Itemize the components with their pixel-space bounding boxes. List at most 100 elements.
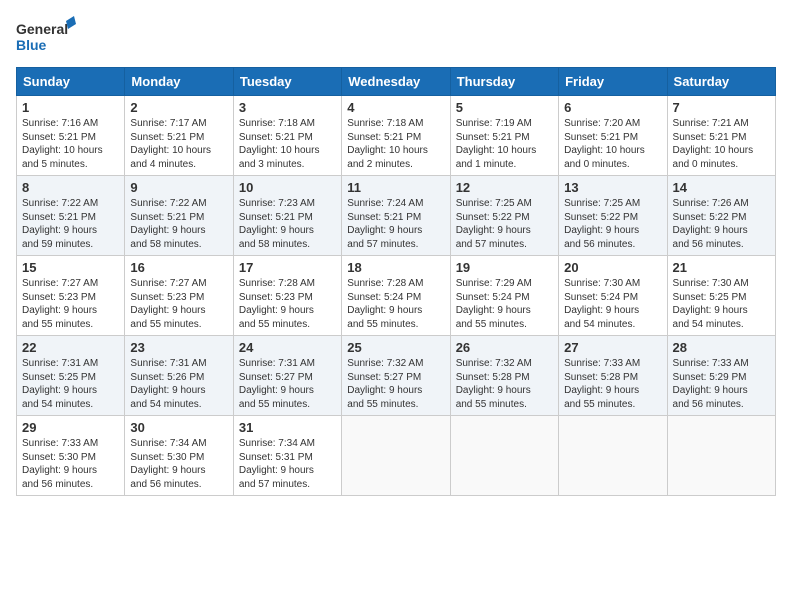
calendar-day-cell: 5Sunrise: 7:19 AM Sunset: 5:21 PM Daylig… bbox=[450, 96, 558, 176]
day-info: Sunrise: 7:22 AM Sunset: 5:21 PM Dayligh… bbox=[130, 197, 227, 251]
calendar-day-cell: 24 Sunrise: 7:31 AM Sunset: 5:27 PM Dayli… bbox=[233, 336, 341, 416]
day-info: Sunrise: 7:27 AM Sunset: 5:23 PM Dayligh… bbox=[22, 277, 119, 331]
day-number: 2 bbox=[130, 100, 227, 115]
weekday-header: Saturday bbox=[667, 68, 775, 96]
calendar-day-cell: 30Sunrise: 7:34 AM Sunset: 5:30 PM Dayli… bbox=[125, 416, 233, 496]
day-number: 11 bbox=[347, 180, 444, 195]
day-info: Sunrise: 7:22 AM Sunset: 5:21 PM Dayligh… bbox=[22, 197, 119, 251]
calendar-week-row: 22 Sunrise: 7:31 AM Sunset: 5:25 PM Dayli… bbox=[17, 336, 776, 416]
day-info: Sunrise: 7:32 AM Sunset: 5:27 PM Dayligh… bbox=[347, 357, 444, 411]
day-info: Sunrise: 7:25 AM Sunset: 5:22 PM Dayligh… bbox=[456, 197, 553, 251]
day-info: Sunrise: 7:31 AM Sunset: 5:26 PM Dayligh… bbox=[130, 357, 227, 411]
weekday-header: Thursday bbox=[450, 68, 558, 96]
day-number: 24 bbox=[239, 340, 336, 355]
day-number: 10 bbox=[239, 180, 336, 195]
calendar-day-cell: 13 Sunrise: 7:25 AM Sunset: 5:22 PM Dayli… bbox=[559, 176, 667, 256]
day-number: 19 bbox=[456, 260, 553, 275]
calendar-day-cell: 26Sunrise: 7:32 AM Sunset: 5:28 PM Dayli… bbox=[450, 336, 558, 416]
calendar-day-cell: 28 Sunrise: 7:33 AM Sunset: 5:29 PM Dayli… bbox=[667, 336, 775, 416]
day-number: 22 bbox=[22, 340, 119, 355]
calendar-day-cell: 12 Sunrise: 7:25 AM Sunset: 5:22 PM Dayli… bbox=[450, 176, 558, 256]
weekday-header: Sunday bbox=[17, 68, 125, 96]
calendar-day-cell: 6Sunrise: 7:20 AM Sunset: 5:21 PM Daylig… bbox=[559, 96, 667, 176]
day-number: 25 bbox=[347, 340, 444, 355]
day-number: 8 bbox=[22, 180, 119, 195]
day-info: Sunrise: 7:28 AM Sunset: 5:23 PM Dayligh… bbox=[239, 277, 336, 331]
calendar-header-row: SundayMondayTuesdayWednesdayThursdayFrid… bbox=[17, 68, 776, 96]
calendar-day-cell: 10 Sunrise: 7:23 AM Sunset: 5:21 PM Dayli… bbox=[233, 176, 341, 256]
svg-text:General: General bbox=[16, 21, 68, 37]
calendar-day-cell: 4Sunrise: 7:18 AM Sunset: 5:21 PM Daylig… bbox=[342, 96, 450, 176]
calendar-day-cell: 20 Sunrise: 7:30 AM Sunset: 5:24 PM Dayli… bbox=[559, 256, 667, 336]
day-info: Sunrise: 7:27 AM Sunset: 5:23 PM Dayligh… bbox=[130, 277, 227, 331]
calendar-day-cell: 1 Sunrise: 7:16 AM Sunset: 5:21 PM Daylig… bbox=[17, 96, 125, 176]
calendar-table: SundayMondayTuesdayWednesdayThursdayFrid… bbox=[16, 67, 776, 496]
day-number: 26 bbox=[456, 340, 553, 355]
calendar-day-cell: 16Sunrise: 7:27 AM Sunset: 5:23 PM Dayli… bbox=[125, 256, 233, 336]
day-info: Sunrise: 7:25 AM Sunset: 5:22 PM Dayligh… bbox=[564, 197, 661, 251]
day-info: Sunrise: 7:34 AM Sunset: 5:30 PM Dayligh… bbox=[130, 437, 227, 491]
day-info: Sunrise: 7:21 AM Sunset: 5:21 PM Dayligh… bbox=[673, 117, 770, 171]
calendar-day-cell bbox=[450, 416, 558, 496]
day-info: Sunrise: 7:16 AM Sunset: 5:21 PM Dayligh… bbox=[22, 117, 119, 171]
calendar-day-cell: 29Sunrise: 7:33 AM Sunset: 5:30 PM Dayli… bbox=[17, 416, 125, 496]
calendar-week-row: 15Sunrise: 7:27 AM Sunset: 5:23 PM Dayli… bbox=[17, 256, 776, 336]
calendar-day-cell: 17 Sunrise: 7:28 AM Sunset: 5:23 PM Dayli… bbox=[233, 256, 341, 336]
calendar-day-cell: 19 Sunrise: 7:29 AM Sunset: 5:24 PM Dayli… bbox=[450, 256, 558, 336]
day-info: Sunrise: 7:34 AM Sunset: 5:31 PM Dayligh… bbox=[239, 437, 336, 491]
day-info: Sunrise: 7:28 AM Sunset: 5:24 PM Dayligh… bbox=[347, 277, 444, 331]
day-number: 21 bbox=[673, 260, 770, 275]
day-number: 12 bbox=[456, 180, 553, 195]
calendar-day-cell: 18Sunrise: 7:28 AM Sunset: 5:24 PM Dayli… bbox=[342, 256, 450, 336]
calendar-day-cell: 15Sunrise: 7:27 AM Sunset: 5:23 PM Dayli… bbox=[17, 256, 125, 336]
weekday-header: Tuesday bbox=[233, 68, 341, 96]
calendar-day-cell: 2 Sunrise: 7:17 AM Sunset: 5:21 PM Daylig… bbox=[125, 96, 233, 176]
day-info: Sunrise: 7:29 AM Sunset: 5:24 PM Dayligh… bbox=[456, 277, 553, 331]
calendar-day-cell: 9 Sunrise: 7:22 AM Sunset: 5:21 PM Daylig… bbox=[125, 176, 233, 256]
calendar-day-cell: 3 Sunrise: 7:18 AM Sunset: 5:21 PM Daylig… bbox=[233, 96, 341, 176]
day-number: 31 bbox=[239, 420, 336, 435]
day-number: 27 bbox=[564, 340, 661, 355]
calendar-day-cell bbox=[342, 416, 450, 496]
day-info: Sunrise: 7:20 AM Sunset: 5:21 PM Dayligh… bbox=[564, 117, 661, 171]
calendar-day-cell: 21 Sunrise: 7:30 AM Sunset: 5:25 PM Dayli… bbox=[667, 256, 775, 336]
day-number: 28 bbox=[673, 340, 770, 355]
calendar-day-cell: 31 Sunrise: 7:34 AM Sunset: 5:31 PM Dayli… bbox=[233, 416, 341, 496]
day-info: Sunrise: 7:30 AM Sunset: 5:24 PM Dayligh… bbox=[564, 277, 661, 331]
logo-svg: General Blue bbox=[16, 16, 76, 61]
calendar-day-cell: 23 Sunrise: 7:31 AM Sunset: 5:26 PM Dayli… bbox=[125, 336, 233, 416]
day-info: Sunrise: 7:23 AM Sunset: 5:21 PM Dayligh… bbox=[239, 197, 336, 251]
day-info: Sunrise: 7:18 AM Sunset: 5:21 PM Dayligh… bbox=[239, 117, 336, 171]
day-number: 13 bbox=[564, 180, 661, 195]
day-info: Sunrise: 7:31 AM Sunset: 5:27 PM Dayligh… bbox=[239, 357, 336, 411]
calendar-day-cell bbox=[667, 416, 775, 496]
calendar-day-cell: 27Sunrise: 7:33 AM Sunset: 5:28 PM Dayli… bbox=[559, 336, 667, 416]
calendar-day-cell: 7 Sunrise: 7:21 AM Sunset: 5:21 PM Daylig… bbox=[667, 96, 775, 176]
day-number: 20 bbox=[564, 260, 661, 275]
day-number: 23 bbox=[130, 340, 227, 355]
calendar-day-cell bbox=[559, 416, 667, 496]
weekday-header: Monday bbox=[125, 68, 233, 96]
page-header: General Blue bbox=[16, 16, 776, 61]
day-number: 7 bbox=[673, 100, 770, 115]
day-info: Sunrise: 7:17 AM Sunset: 5:21 PM Dayligh… bbox=[130, 117, 227, 171]
day-info: Sunrise: 7:33 AM Sunset: 5:29 PM Dayligh… bbox=[673, 357, 770, 411]
day-number: 17 bbox=[239, 260, 336, 275]
day-number: 3 bbox=[239, 100, 336, 115]
day-info: Sunrise: 7:31 AM Sunset: 5:25 PM Dayligh… bbox=[22, 357, 119, 411]
day-number: 29 bbox=[22, 420, 119, 435]
weekday-header: Wednesday bbox=[342, 68, 450, 96]
svg-text:Blue: Blue bbox=[16, 37, 47, 53]
day-info: Sunrise: 7:30 AM Sunset: 5:25 PM Dayligh… bbox=[673, 277, 770, 331]
day-number: 5 bbox=[456, 100, 553, 115]
calendar-week-row: 29Sunrise: 7:33 AM Sunset: 5:30 PM Dayli… bbox=[17, 416, 776, 496]
day-number: 9 bbox=[130, 180, 227, 195]
calendar-day-cell: 14Sunrise: 7:26 AM Sunset: 5:22 PM Dayli… bbox=[667, 176, 775, 256]
weekday-header: Friday bbox=[559, 68, 667, 96]
calendar-week-row: 1 Sunrise: 7:16 AM Sunset: 5:21 PM Daylig… bbox=[17, 96, 776, 176]
calendar-day-cell: 25 Sunrise: 7:32 AM Sunset: 5:27 PM Dayli… bbox=[342, 336, 450, 416]
calendar-day-cell: 22 Sunrise: 7:31 AM Sunset: 5:25 PM Dayli… bbox=[17, 336, 125, 416]
calendar-body: 1 Sunrise: 7:16 AM Sunset: 5:21 PM Daylig… bbox=[17, 96, 776, 496]
day-number: 1 bbox=[22, 100, 119, 115]
day-info: Sunrise: 7:26 AM Sunset: 5:22 PM Dayligh… bbox=[673, 197, 770, 251]
